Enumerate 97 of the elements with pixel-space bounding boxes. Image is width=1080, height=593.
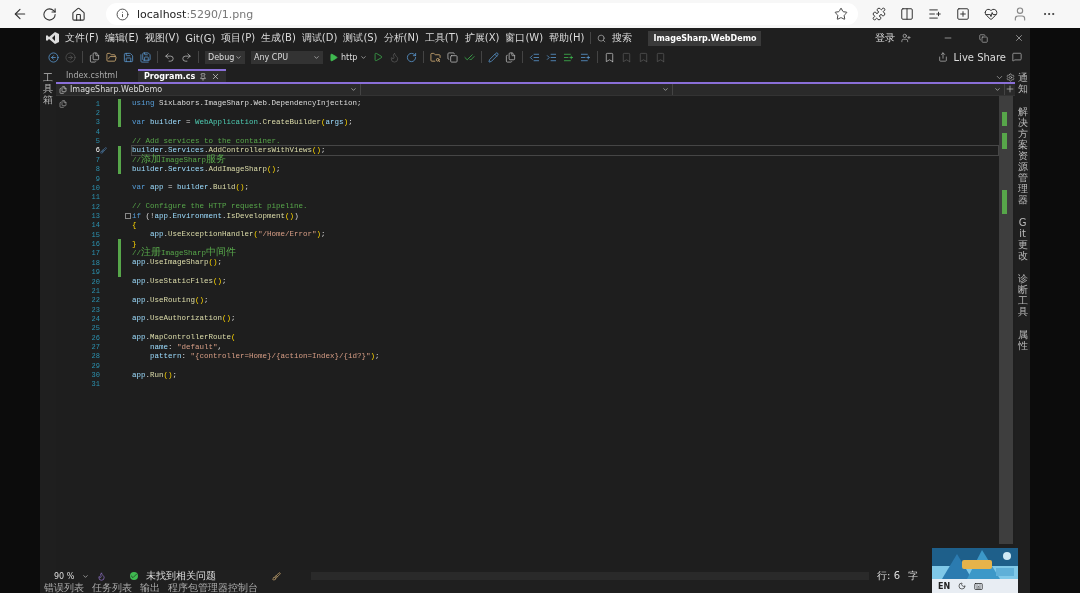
keyboard-icon[interactable] <box>974 581 984 591</box>
window-icon[interactable] <box>447 51 459 63</box>
favorite-icon[interactable] <box>834 7 848 21</box>
caret-icon <box>313 53 320 61</box>
dropdown-icon[interactable] <box>82 572 90 580</box>
settings-icon[interactable] <box>1006 73 1015 82</box>
extensions-icon[interactable] <box>872 7 886 21</box>
caret-icon <box>662 86 669 93</box>
favorites-icon[interactable] <box>928 7 942 21</box>
menu-item[interactable]: 文件(F) <box>65 31 99 45</box>
dropdown-icon[interactable] <box>995 73 1004 82</box>
collections-icon[interactable] <box>956 7 970 21</box>
redo-icon[interactable] <box>181 51 192 63</box>
menu-item[interactable]: 生成(B) <box>261 31 296 45</box>
tool-window-tab[interactable]: 错误列表 <box>44 582 84 593</box>
project-icon <box>59 85 67 94</box>
side-panel-tab[interactable]: 通知 <box>1017 72 1028 94</box>
configuration-dropdown[interactable]: Debug <box>205 50 245 64</box>
menu-item[interactable]: 窗口(W) <box>505 31 544 45</box>
close-icon[interactable] <box>1014 33 1024 43</box>
menu-item[interactable]: 编辑(E) <box>104 31 139 45</box>
pointer-icon[interactable] <box>488 51 500 63</box>
fold-toggle[interactable] <box>125 213 131 219</box>
menu-item[interactable]: 分析(N) <box>383 31 419 45</box>
run-button[interactable]: http <box>329 52 368 62</box>
scrollbar[interactable] <box>999 96 1013 544</box>
play-icon <box>329 52 338 62</box>
quick-actions-icon <box>59 99 67 108</box>
avatar-icon[interactable] <box>1012 6 1028 22</box>
menu-item[interactable]: 测试(S) <box>343 31 378 45</box>
menu-item[interactable]: 扩展(X) <box>464 31 500 45</box>
save-icon[interactable] <box>123 51 134 63</box>
tool-window-tab[interactable]: 程序包管理器控制台 <box>168 582 258 593</box>
hot-reload-icon[interactable] <box>406 51 418 63</box>
live-share-button[interactable]: Live Share <box>953 51 1006 63</box>
caret-icon <box>360 53 368 61</box>
outdent-icon[interactable] <box>529 51 541 63</box>
moon-icon[interactable] <box>958 582 967 590</box>
document-tab[interactable]: Program.cs <box>138 69 227 82</box>
save-all-icon[interactable] <box>140 51 151 63</box>
account-icon[interactable] <box>901 33 911 43</box>
new-item-icon[interactable] <box>89 51 100 63</box>
comment-icon[interactable] <box>563 51 575 63</box>
side-panel-tab[interactable]: 解决方案资源管理器 <box>1017 106 1028 205</box>
undo-icon[interactable] <box>164 51 175 63</box>
search-icon[interactable] <box>597 33 607 43</box>
line-indicator: 行: 6 <box>877 569 900 583</box>
side-panel-tab[interactable]: Git 更改 <box>1017 217 1028 261</box>
info-icon <box>116 7 129 21</box>
menu-item[interactable]: 工具(T) <box>424 31 459 45</box>
run-without-debug-icon[interactable] <box>373 52 384 62</box>
copilot-icon[interactable] <box>97 571 107 581</box>
zoom-level[interactable]: 90 % <box>54 571 75 581</box>
sign-in-link[interactable]: 登录 <box>875 31 895 45</box>
menu-item[interactable]: 项目(P) <box>221 31 256 45</box>
column-indicator: 字 <box>908 569 918 583</box>
feedback-icon[interactable] <box>1012 52 1022 62</box>
caret-icon <box>994 86 1001 93</box>
navigate-back-icon[interactable] <box>48 51 59 63</box>
side-panel-tab[interactable]: 诊断工具 <box>1017 273 1028 317</box>
caret-icon <box>235 53 242 61</box>
menu-item[interactable]: 调试(D) <box>301 31 338 45</box>
document-tab[interactable]: Index.cshtml <box>60 69 136 82</box>
open-folder-icon[interactable] <box>106 51 117 63</box>
share-icon[interactable] <box>937 52 948 62</box>
tool-window-tab[interactable]: 任务列表 <box>92 582 132 593</box>
split-icon[interactable] <box>1005 84 1015 94</box>
home-icon[interactable] <box>71 6 86 22</box>
logo-icon <box>46 32 59 44</box>
search-menu[interactable]: 搜索 <box>612 31 633 45</box>
cleanup-icon[interactable] <box>272 571 282 581</box>
check-icon[interactable] <box>464 51 476 63</box>
platform-dropdown[interactable]: Any CPU <box>251 50 323 64</box>
restore-icon[interactable] <box>979 33 988 43</box>
tool-window-tab[interactable]: 输出 <box>140 582 160 593</box>
folder-search-icon[interactable] <box>430 51 442 63</box>
caret-icon <box>350 86 357 93</box>
menu-item[interactable]: 帮助(H) <box>549 31 585 45</box>
menu-item[interactable]: 视图(V) <box>144 31 180 45</box>
heart-pulse-icon[interactable] <box>984 7 998 21</box>
indent-icon[interactable] <box>546 51 558 63</box>
document-icon[interactable] <box>505 51 517 63</box>
address-bar[interactable]: localhost:5290/1.png <box>106 3 858 25</box>
toolbox-tab[interactable]: 工具箱 <box>43 72 53 105</box>
menu-item[interactable]: Git(G) <box>185 32 216 44</box>
split-screen-icon[interactable] <box>900 7 914 21</box>
side-panel-tab[interactable]: 属性 <box>1017 329 1028 351</box>
uncomment-icon[interactable] <box>580 51 592 63</box>
bookmark-icon[interactable] <box>604 51 616 63</box>
refresh-icon[interactable] <box>42 6 57 22</box>
edit-icon <box>100 146 107 154</box>
issues-status[interactable]: 未找到相关问题 <box>146 569 217 583</box>
back-icon[interactable] <box>12 6 28 22</box>
close-icon[interactable] <box>211 72 221 81</box>
solution-name: ImageSharp.WebDemo <box>648 30 762 46</box>
language-indicator[interactable]: EN <box>938 581 951 591</box>
pin-icon[interactable] <box>199 72 208 81</box>
